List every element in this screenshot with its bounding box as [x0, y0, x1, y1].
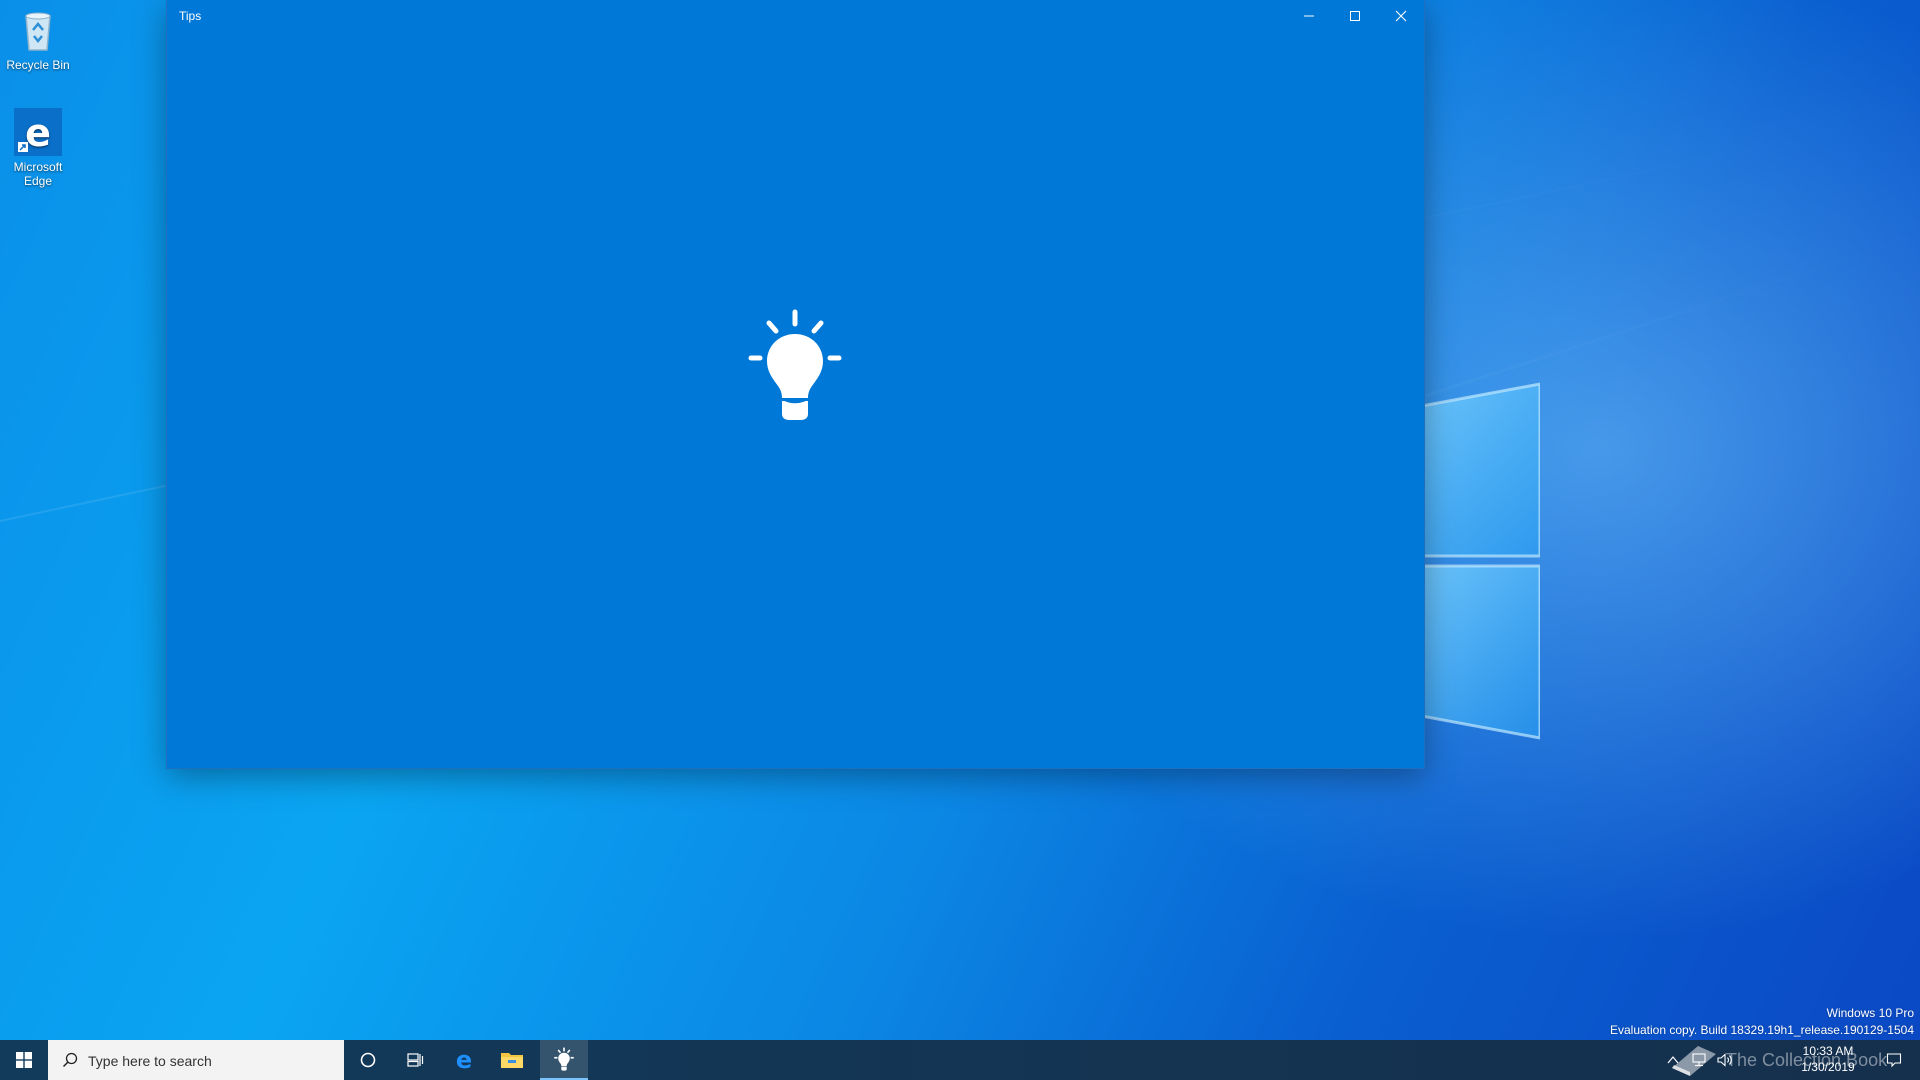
edge-icon: e	[14, 108, 62, 156]
desktop-icon-recycle-bin[interactable]: Recycle Bin	[0, 6, 76, 72]
action-center-button[interactable]	[1874, 1040, 1914, 1080]
show-hidden-icons-button[interactable]	[1660, 1040, 1686, 1080]
volume-button[interactable]	[1712, 1040, 1738, 1080]
lightbulb-icon	[748, 309, 842, 420]
desktop-icon-label: Recycle Bin	[6, 58, 70, 72]
taskbar-clock[interactable]: 10:33 AM 1/30/2019	[1788, 1043, 1868, 1075]
cortana-button[interactable]	[344, 1040, 392, 1080]
maximize-icon	[1350, 11, 1360, 21]
window-titlebar[interactable]: Tips	[167, 0, 1424, 32]
minimize-icon	[1304, 15, 1314, 17]
taskbar-tips-button[interactable]	[540, 1040, 588, 1080]
clock-date: 1/30/2019	[1801, 1060, 1855, 1074]
recycle-bin-icon	[14, 6, 62, 54]
windows-start-icon	[16, 1052, 32, 1068]
network-icon	[1692, 1053, 1706, 1067]
task-view-icon	[407, 1053, 424, 1067]
desktop-icon-microsoft-edge[interactable]: e Microsoft Edge	[0, 108, 76, 188]
edge-icon: e	[456, 1048, 472, 1072]
desktop-icon-label: Microsoft Edge	[13, 160, 63, 188]
folder-icon	[501, 1053, 523, 1068]
evaluation-watermark: Windows 10 Pro Evaluation copy. Build 18…	[1610, 1005, 1914, 1039]
watermark-edition: Windows 10 Pro	[1826, 1006, 1914, 1020]
notification-icon	[1886, 1053, 1902, 1068]
tips-window: Tips	[167, 0, 1424, 768]
taskbar-edge-button[interactable]: e	[440, 1040, 488, 1080]
maximize-button[interactable]	[1332, 0, 1378, 32]
speaker-icon	[1717, 1053, 1732, 1067]
taskbar: Type here to search e The Collection Boo…	[0, 1040, 1920, 1080]
close-button[interactable]	[1378, 0, 1424, 32]
task-view-button[interactable]	[392, 1040, 440, 1080]
window-title: Tips	[179, 9, 202, 23]
close-icon	[1395, 10, 1407, 22]
search-icon	[62, 1052, 78, 1068]
chevron-up-icon	[1667, 1056, 1679, 1064]
start-button[interactable]	[0, 1040, 48, 1080]
minimize-button[interactable]	[1286, 0, 1332, 32]
lightbulb-icon	[554, 1047, 574, 1071]
search-box[interactable]: Type here to search	[48, 1040, 344, 1080]
cortana-circle-icon	[360, 1052, 376, 1068]
clock-time: 10:33 AM	[1802, 1044, 1854, 1058]
watermark-build: Evaluation copy. Build 18329.19h1_releas…	[1609, 1023, 1914, 1037]
network-button[interactable]	[1686, 1040, 1712, 1080]
search-placeholder: Type here to search	[88, 1053, 212, 1069]
svg-text:e: e	[456, 1048, 472, 1072]
system-tray: 10:33 AM 1/30/2019	[1660, 1040, 1920, 1080]
desktop: Recycle Bin e Microsoft Edge Tips Window…	[0, 0, 1920, 1080]
svg-text:e: e	[25, 111, 51, 155]
taskbar-file-explorer-button[interactable]	[488, 1040, 536, 1080]
